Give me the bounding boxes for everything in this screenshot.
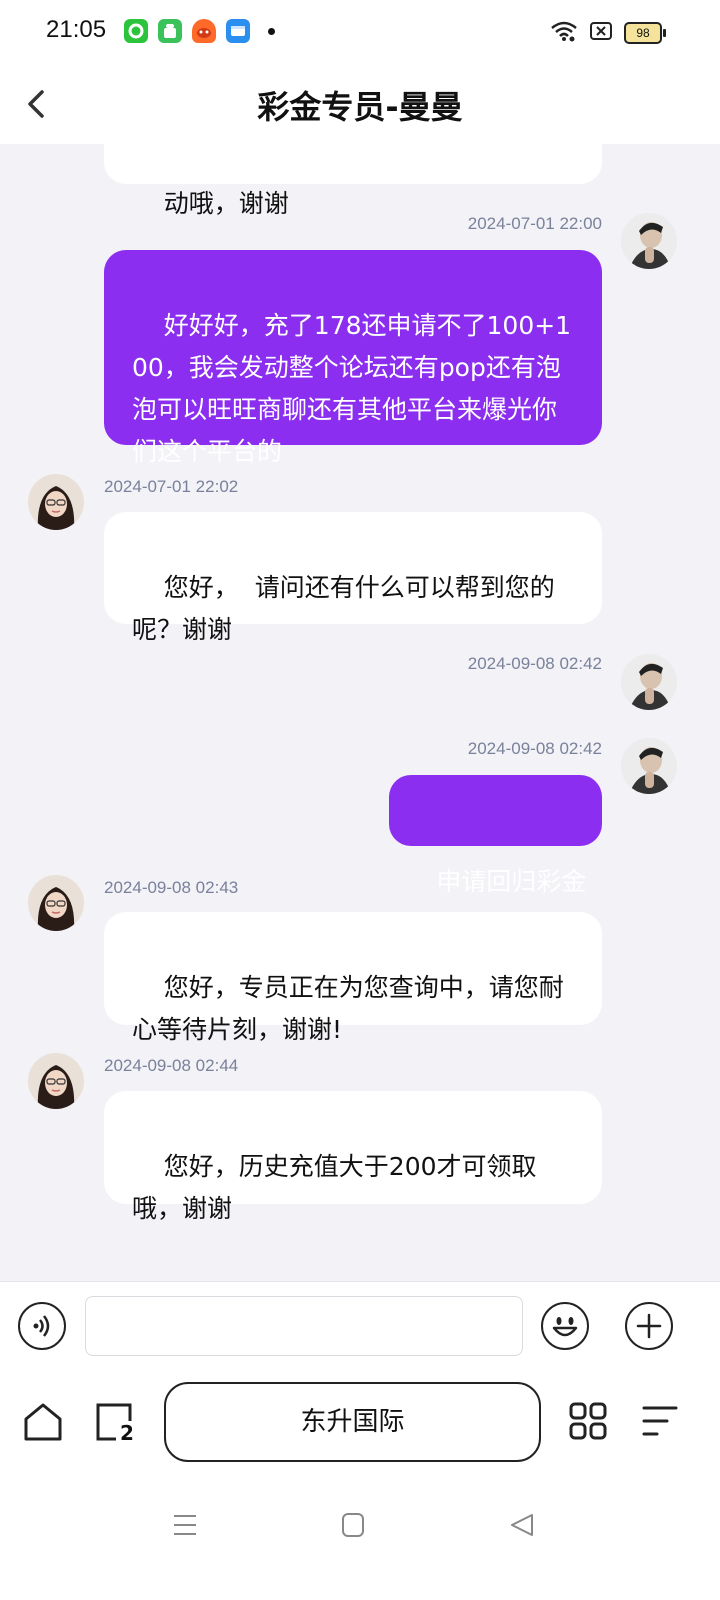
message-text: 您好， 请问还有什么可以帮到您的呢？谢谢 — [132, 573, 555, 644]
red-app-icon — [192, 19, 216, 43]
agent-avatar[interactable] — [28, 875, 84, 931]
browser-toolbar: 2 东升国际 — [0, 1371, 720, 1481]
menu-icon — [642, 1406, 678, 1436]
emoji-button[interactable] — [541, 1302, 589, 1350]
message-timestamp: 2024-09-08 02:44 — [104, 1056, 239, 1075]
page-title: 彩金专员-曼曼 — [257, 88, 463, 126]
message-timestamp: 2024-09-08 02:42 — [467, 654, 602, 673]
wifi-icon — [550, 20, 578, 46]
home-button[interactable] — [22, 1401, 64, 1447]
more-notifications-dot — [268, 27, 275, 35]
status-time: 21:05 — [46, 16, 107, 43]
menu-button[interactable] — [641, 1404, 679, 1442]
message-text: 申请回归彩金 — [436, 867, 587, 896]
user-avatar[interactable] — [621, 213, 677, 269]
user-avatar[interactable] — [621, 654, 677, 710]
recents-button[interactable] — [172, 1512, 198, 1542]
agent-avatar[interactable] — [28, 1053, 84, 1109]
green-android-app-icon — [158, 19, 182, 43]
message-text: 动哦，谢谢 — [163, 189, 289, 218]
battery-icon: 98 — [624, 22, 666, 44]
message-bubble-outgoing: 申请回归彩金 — [389, 775, 602, 896]
message-bubble-outgoing: 好好好，充了178还申请不了100+100，我会发动整个论坛还有pop还有泡泡可… — [104, 250, 602, 466]
voice-icon — [33, 1315, 50, 1337]
chat-header: 彩金专员-曼曼 — [0, 64, 720, 144]
message-text: 您好，历史充值大于200才可领取哦，谢谢 — [132, 1152, 537, 1223]
voice-button[interactable] — [18, 1302, 66, 1350]
agent-avatar[interactable] — [28, 474, 84, 530]
back-nav-button[interactable] — [509, 1512, 535, 1542]
home-square-button[interactable] — [341, 1512, 365, 1542]
message-text: 您好，专员正在为您查询中，请您耐心等待片刻，谢谢! — [132, 973, 564, 1044]
home-square-icon — [342, 1513, 364, 1537]
message-input[interactable] — [85, 1296, 523, 1356]
message-timestamp: 2024-09-08 02:43 — [104, 878, 239, 897]
message-timestamp: 2024-07-01 22:00 — [467, 214, 602, 233]
notification-icons — [124, 19, 275, 43]
status-bar: 21:05 98 — [0, 0, 720, 64]
message-input-bar — [0, 1281, 720, 1372]
message-bubble-incoming: 您好， 请问还有什么可以帮到您的呢？谢谢 — [104, 512, 602, 644]
blue-app-icon — [226, 19, 250, 43]
emoji-icon — [552, 1317, 578, 1337]
plus-icon — [636, 1313, 662, 1339]
message-timestamp: 2024-09-08 02:42 — [467, 739, 602, 758]
system-status: 98 — [550, 20, 666, 46]
chat-messages[interactable]: 动哦，谢谢 2024-07-01 22:00 好好好，充了178还申请不了100… — [0, 144, 720, 1281]
address-bar[interactable]: 东升国际 — [164, 1382, 541, 1462]
green-ring-app-icon — [124, 19, 148, 43]
user-avatar[interactable] — [621, 738, 677, 794]
apps-grid-button[interactable] — [568, 1401, 608, 1445]
system-nav-bar — [0, 1481, 720, 1600]
back-triangle-icon — [511, 1514, 533, 1536]
apps-grid-icon — [569, 1402, 607, 1440]
recents-icon — [174, 1515, 196, 1535]
message-text: 好好好，充了178还申请不了100+100，我会发动整个论坛还有pop还有泡泡可… — [132, 311, 572, 466]
message-timestamp: 2024-07-01 22:02 — [104, 477, 239, 496]
message-bubble-incoming: 您好，专员正在为您查询中，请您耐心等待片刻，谢谢! — [104, 912, 602, 1044]
message-bubble-incoming: 您好，历史充值大于200才可领取哦，谢谢 — [104, 1091, 602, 1223]
sim-off-icon — [590, 21, 612, 45]
tabs-button[interactable]: 2 — [94, 1401, 136, 1445]
home-icon — [24, 1403, 62, 1441]
message-bubble-incoming: 动哦，谢谢 — [104, 144, 602, 218]
tab-count: 2 — [120, 1421, 134, 1445]
plus-button[interactable] — [625, 1302, 673, 1350]
